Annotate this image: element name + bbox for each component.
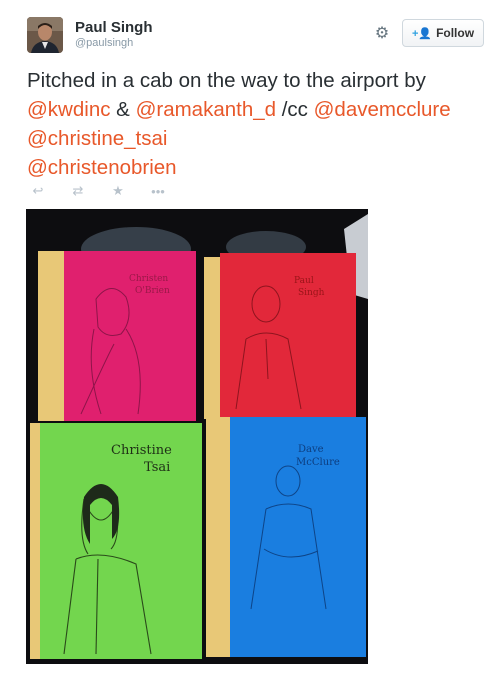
tweet-actions: ↩ ⇄ ★ ••• — [30, 183, 166, 199]
mention-link[interactable]: @kwdinc — [27, 98, 110, 121]
display-name[interactable]: Paul Singh — [75, 19, 153, 36]
notebook-blue: Dave McClure — [206, 417, 366, 657]
avatar[interactable] — [27, 17, 63, 53]
notebook-label: Dave — [298, 444, 324, 455]
follow-button[interactable]: +👤 Follow — [402, 19, 484, 47]
mention-link[interactable]: @davemcclure — [314, 98, 451, 121]
notebook-label: Christine — [111, 443, 172, 458]
reply-icon[interactable]: ↩ — [30, 183, 46, 199]
tweet-text-cc: /cc — [276, 98, 314, 121]
tweet-text-prefix: Pitched in a cab on the way to the airpo… — [27, 69, 426, 92]
mention-link[interactable]: @christine_tsai — [27, 127, 167, 150]
retweet-icon[interactable]: ⇄ — [70, 183, 86, 199]
favorite-icon[interactable]: ★ — [110, 183, 126, 199]
more-icon[interactable]: ••• — [150, 184, 166, 199]
notebook-label: Tsai — [144, 460, 170, 475]
tweet-text: Pitched in a cab on the way to the airpo… — [27, 66, 492, 182]
tweet-text-amp: & — [110, 98, 136, 121]
notebook-label: McClure — [296, 457, 340, 468]
notebook-label: Paul — [294, 276, 314, 286]
mention-link[interactable]: @ramakanth_d — [136, 98, 276, 121]
notebook-pink: Christen O'Brien — [38, 251, 196, 421]
notebook-label: O'Brien — [135, 286, 170, 296]
user-handle[interactable]: @paulsingh — [75, 37, 133, 49]
person-add-icon: +👤 — [411, 27, 433, 40]
tweet-photo[interactable]: Christen O'Brien Paul Singh Christine Ts… — [26, 209, 368, 664]
tweet-card: Paul Singh @paulsingh ⚙ +👤 Follow Pitche… — [0, 0, 500, 680]
notebook-label: Christen — [129, 274, 168, 284]
gear-icon[interactable]: ⚙ — [373, 25, 391, 43]
notebook-red: Paul Singh — [204, 253, 356, 419]
mention-link[interactable]: @christenobrien — [27, 156, 177, 179]
notebook-label: Singh — [298, 288, 325, 298]
follow-label: Follow — [436, 26, 475, 40]
notebook-green: Christine Tsai — [30, 423, 202, 659]
